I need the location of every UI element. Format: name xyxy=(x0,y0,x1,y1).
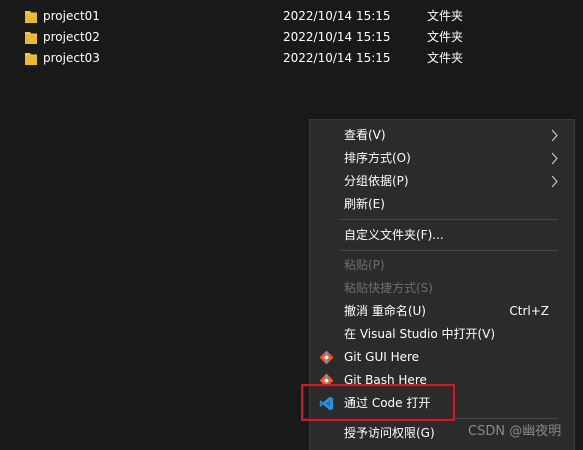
menu-item-paste: 粘贴(P) xyxy=(310,254,574,277)
file-modified-date: 2022/10/14 15:15 xyxy=(283,30,391,44)
menu-item-view[interactable]: 查看(V) xyxy=(310,124,574,147)
menu-item-label: 排序方式(O) xyxy=(344,151,411,165)
file-type: 文件夹 xyxy=(427,30,464,44)
file-name: project03 xyxy=(43,51,100,65)
menu-item-shortcut: Ctrl+Z xyxy=(509,304,549,318)
chevron-right-icon xyxy=(551,175,558,188)
chevron-right-icon xyxy=(551,129,558,142)
menu-item-git-gui-here[interactable]: Git GUI Here xyxy=(310,346,574,369)
menu-item-label: 授予访问权限(G) xyxy=(344,426,435,440)
menu-separator xyxy=(340,250,558,251)
file-name: project01 xyxy=(43,9,100,23)
explorer-window: project01 2022/10/14 15:15 文件夹 project02… xyxy=(0,0,583,450)
menu-item-customize-folder[interactable]: 自定义文件夹(F)... xyxy=(310,224,574,247)
git-gui-icon xyxy=(319,350,334,365)
file-row-project03[interactable]: project03 2022/10/14 15:15 文件夹 xyxy=(0,48,583,69)
menu-item-label: 粘贴(P) xyxy=(344,258,385,272)
menu-item-label: 刷新(E) xyxy=(344,197,385,211)
file-modified-date: 2022/10/14 15:15 xyxy=(283,9,391,23)
chevron-right-icon xyxy=(551,152,558,165)
menu-item-group-by[interactable]: 分组依据(P) xyxy=(310,170,574,193)
file-row-project01[interactable]: project01 2022/10/14 15:15 文件夹 xyxy=(0,6,583,27)
folder-icon xyxy=(25,53,37,65)
folder-icon xyxy=(25,11,37,23)
menu-item-label: 粘贴快捷方式(S) xyxy=(344,281,433,295)
menu-item-paste-shortcut: 粘贴快捷方式(S) xyxy=(310,277,574,300)
menu-item-label: Git GUI Here xyxy=(344,350,420,364)
menu-item-label: 分组依据(P) xyxy=(344,174,409,188)
menu-item-undo-rename[interactable]: 撤消 重命名(U) Ctrl+Z xyxy=(310,300,574,323)
folder-icon xyxy=(25,32,37,44)
file-type: 文件夹 xyxy=(427,9,464,23)
menu-item-open-in-visual-studio[interactable]: 在 Visual Studio 中打开(V) xyxy=(310,323,574,346)
menu-item-label: 在 Visual Studio 中打开(V) xyxy=(344,327,496,341)
file-modified-date: 2022/10/14 15:15 xyxy=(283,51,391,65)
file-name: project02 xyxy=(43,30,100,44)
menu-separator xyxy=(340,219,558,220)
file-type: 文件夹 xyxy=(427,51,464,65)
watermark: CSDN @幽夜明 xyxy=(468,424,562,439)
menu-item-sort-by[interactable]: 排序方式(O) xyxy=(310,147,574,170)
menu-item-label: 撤消 重命名(U) xyxy=(344,304,426,318)
highlight-box xyxy=(301,384,455,421)
menu-item-refresh[interactable]: 刷新(E) xyxy=(310,193,574,216)
file-row-project02[interactable]: project02 2022/10/14 15:15 文件夹 xyxy=(0,27,583,48)
menu-item-label: 查看(V) xyxy=(344,128,386,142)
menu-item-label: 自定义文件夹(F)... xyxy=(344,228,444,242)
